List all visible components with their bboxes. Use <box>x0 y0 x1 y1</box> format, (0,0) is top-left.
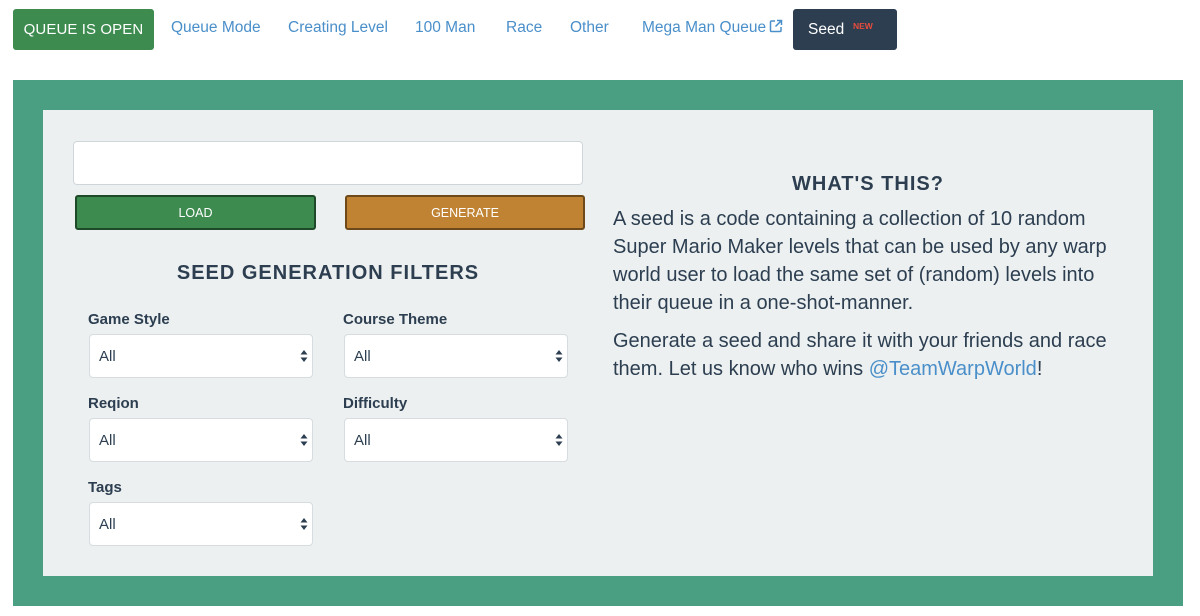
seed-share-text: Generate a seed and share it with your f… <box>613 327 1108 383</box>
select-arrows-icon <box>300 433 308 447</box>
difficulty-value: All <box>354 432 371 449</box>
course-theme-select[interactable]: All <box>344 334 568 378</box>
twitter-handle-link[interactable]: @TeamWarpWorld <box>869 358 1037 380</box>
generate-button[interactable]: GENERATE <box>345 195 585 230</box>
difficulty-label: Difficulty <box>343 395 408 412</box>
tags-label: Tags <box>88 479 122 496</box>
nav-link-creating-level[interactable]: Creating Level <box>288 19 388 37</box>
load-button[interactable]: LOAD <box>75 195 316 230</box>
region-value: All <box>99 432 116 449</box>
tab-seed-label: Seed <box>808 21 845 38</box>
seed-input[interactable] <box>73 141 583 185</box>
queue-status-button[interactable]: QUEUE IS OPEN <box>13 9 154 50</box>
seed-description: A seed is a code containing a collection… <box>613 208 1107 314</box>
share-text-end: ! <box>1036 358 1043 380</box>
course-theme-value: All <box>354 348 371 365</box>
external-link-icon <box>769 19 783 38</box>
course-theme-label: Course Theme <box>343 311 448 328</box>
tags-select[interactable]: All <box>89 502 313 546</box>
select-arrows-icon <box>555 349 563 363</box>
top-nav: QUEUE IS OPEN Queue Mode Creating Level … <box>0 0 1200 60</box>
game-style-select[interactable]: All <box>89 334 313 378</box>
tab-seed[interactable]: Seed NEW <box>793 9 897 50</box>
nav-link-mega-man-queue[interactable]: Mega Man Queue <box>642 19 783 38</box>
new-badge: NEW <box>853 21 873 31</box>
whats-this-heading: WHAT'S THIS? <box>792 173 944 195</box>
nav-link-other[interactable]: Other <box>570 19 609 37</box>
nav-link-queue-mode[interactable]: Queue Mode <box>171 19 261 37</box>
game-style-label: Game Style <box>88 311 170 328</box>
select-arrows-icon <box>300 349 308 363</box>
nav-link-100-man[interactable]: 100 Man <box>415 19 475 37</box>
select-arrows-icon <box>300 517 308 531</box>
select-arrows-icon <box>555 433 563 447</box>
tags-value: All <box>99 516 116 533</box>
nav-link-race[interactable]: Race <box>506 19 542 37</box>
region-select[interactable]: All <box>89 418 313 462</box>
region-label: Reqion <box>88 395 139 412</box>
difficulty-select[interactable]: All <box>344 418 568 462</box>
game-style-value: All <box>99 348 116 365</box>
filters-heading: SEED GENERATION FILTERS <box>176 262 480 284</box>
nav-link-mega-man-queue-label: Mega Man Queue <box>642 19 767 36</box>
